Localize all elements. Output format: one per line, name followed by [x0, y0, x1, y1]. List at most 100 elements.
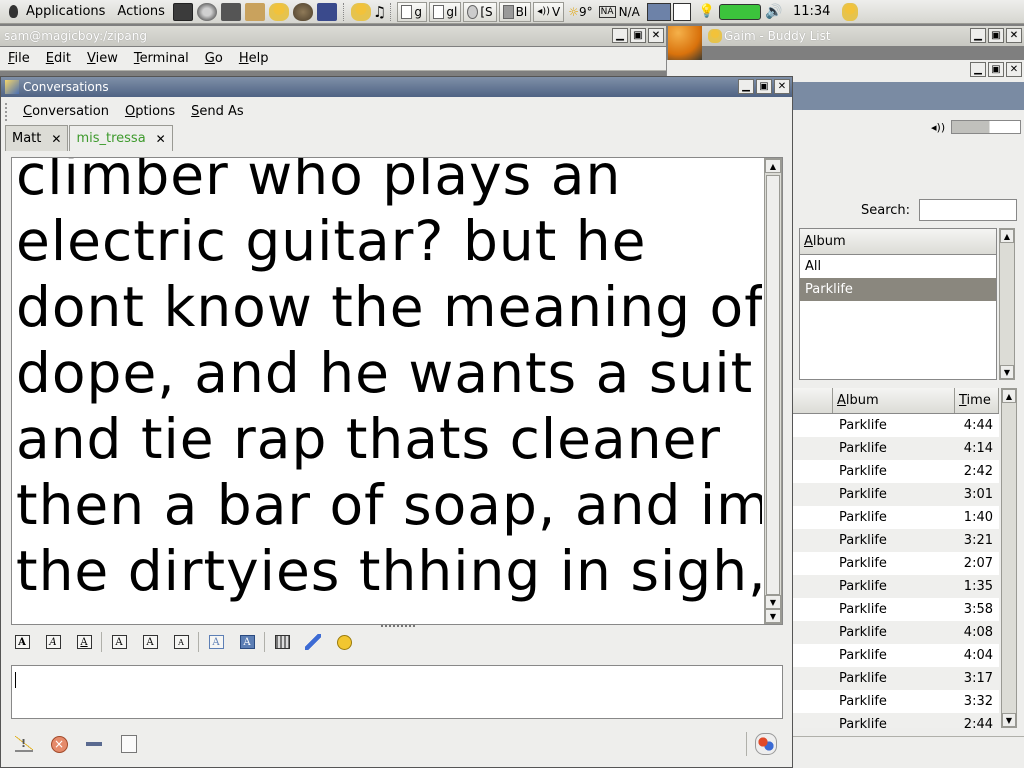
maximize-icon[interactable]: ▣	[988, 28, 1004, 43]
close-icon[interactable]: ✕	[1006, 62, 1022, 77]
workspace-1-icon[interactable]	[646, 2, 671, 21]
volume-control[interactable]: ◂))	[931, 120, 1022, 134]
background-color-button[interactable]: A	[236, 631, 258, 653]
message-input[interactable]	[11, 665, 783, 719]
taskbar-button-1[interactable]: g	[397, 1, 428, 22]
music-note-icon[interactable]: ♫	[373, 3, 386, 21]
track-row[interactable]: Parklife 3:32	[793, 690, 999, 713]
close-icon[interactable]: ✕	[1006, 28, 1022, 43]
scroll-up-icon[interactable]: ▲	[1002, 389, 1016, 403]
minimize-icon[interactable]: ▁	[970, 28, 986, 43]
track-column-header-time[interactable]: Time	[955, 388, 999, 413]
underline-button[interactable]: A	[73, 631, 95, 653]
warn-button[interactable]	[11, 731, 37, 757]
scrollbar-thumb[interactable]	[766, 175, 780, 595]
buddy-list-titlebar[interactable]: Gaim - Buddy List ▁ ▣ ✕	[702, 26, 1024, 46]
panel-clock[interactable]: 11:34	[793, 4, 830, 19]
send-button[interactable]	[755, 733, 777, 755]
scroll-down-icon[interactable]: ▼	[765, 595, 781, 609]
album-item-parklife[interactable]: Parklife	[800, 278, 996, 301]
applications-menu[interactable]: Applications	[0, 0, 111, 24]
tab-mis-tressa[interactable]: mis_tressa ✕	[69, 125, 173, 151]
maximize-icon[interactable]: ▣	[630, 28, 646, 43]
info-button[interactable]	[116, 731, 142, 757]
scroll-down-icon[interactable]: ▼	[1000, 365, 1014, 379]
terminal-titlebar[interactable]: sam@magicboy:/zipang ▁ ▣ ✕	[0, 26, 666, 46]
scroll-up-icon[interactable]: ▲	[1000, 229, 1014, 243]
track-column-header-title[interactable]	[793, 388, 833, 413]
tab-close-icon[interactable]: ✕	[51, 132, 61, 146]
close-icon[interactable]: ✕	[774, 79, 790, 94]
minimize-icon[interactable]: ▁	[612, 28, 628, 43]
terminal-launcher-icon[interactable]	[172, 2, 193, 21]
egg-launcher-icon[interactable]	[292, 2, 313, 21]
gaim-window-icon[interactable]	[5, 80, 19, 94]
taskbar-button-2[interactable]: gl	[429, 1, 462, 22]
smaller-text-button[interactable]: A	[170, 631, 192, 653]
font-face-button[interactable]: A	[205, 631, 227, 653]
menubar-grip-handle[interactable]	[5, 103, 13, 121]
conversation-log[interactable]: climber who plays an electric guitar? but…	[14, 158, 762, 624]
actions-menu[interactable]: Actions	[111, 0, 171, 24]
taskbar-button-4[interactable]: Bl	[498, 1, 532, 22]
scroll-down-icon[interactable]: ▼	[765, 609, 781, 623]
home-folder-launcher-icon[interactable]	[244, 2, 265, 21]
maximize-icon[interactable]: ▣	[988, 62, 1004, 77]
track-row[interactable]: Parklife 4:08	[793, 621, 999, 644]
italic-button[interactable]: A	[42, 631, 64, 653]
block-button[interactable]	[46, 731, 72, 757]
terminal-menu-help[interactable]: Help	[231, 51, 277, 66]
volume-slider[interactable]	[951, 120, 1022, 134]
track-row[interactable]: Parklife 3:17	[793, 667, 999, 690]
scroll-down-icon[interactable]: ▼	[1002, 713, 1016, 727]
track-column-header-album[interactable]: Album	[833, 388, 955, 413]
settings-launcher-icon[interactable]	[196, 2, 217, 21]
track-row[interactable]: Parklife 3:58	[793, 598, 999, 621]
taskbar-button-3[interactable]: [S	[463, 1, 497, 22]
insert-image-button[interactable]	[271, 631, 293, 653]
track-list[interactable]: Album Time Parklife 4:44 Parklife 4:14 Parkl…	[793, 388, 999, 728]
search-input[interactable]	[919, 199, 1017, 221]
terminal-menu-view[interactable]: View	[79, 51, 126, 66]
network-applet[interactable]: NA N/A	[598, 5, 640, 19]
track-row[interactable]: Parklife 3:21	[793, 529, 999, 552]
gaim-status-icon[interactable]	[842, 2, 859, 21]
album-column-header[interactable]: Album	[800, 229, 996, 255]
terminal-menu-go[interactable]: Go	[197, 51, 231, 66]
insert-link-button[interactable]	[302, 631, 324, 653]
track-row[interactable]: Parklife 4:14	[793, 437, 999, 460]
album-scrollbar[interactable]: ▲ ▼	[999, 228, 1015, 380]
track-row[interactable]: Parklife 2:44	[793, 713, 999, 728]
remove-button[interactable]	[81, 731, 107, 757]
maximize-icon[interactable]: ▣	[756, 79, 772, 94]
track-row[interactable]: Parklife 4:44	[793, 414, 999, 437]
browser-launcher-icon[interactable]	[220, 2, 241, 21]
pane-resize-handle[interactable]	[381, 625, 415, 629]
track-row[interactable]: Parklife 1:35	[793, 575, 999, 598]
minimize-icon[interactable]: ▁	[970, 62, 986, 77]
scroll-up-icon[interactable]: ▲	[765, 159, 781, 173]
tab-close-icon[interactable]: ✕	[156, 132, 166, 146]
album-list[interactable]: Album All Parklife	[799, 228, 997, 380]
bold-button[interactable]: A	[11, 631, 33, 653]
gaim-launcher-icon[interactable]	[268, 2, 289, 21]
terminal-menu-edit[interactable]: Edit	[38, 51, 79, 66]
track-scrollbar[interactable]: ▲ ▼	[1001, 388, 1017, 728]
menu-options[interactable]: Options	[117, 104, 183, 119]
lightbulb-icon[interactable]: 💡	[699, 4, 715, 19]
album-item-all[interactable]: All	[800, 255, 996, 278]
gaim-tray-icon[interactable]	[350, 2, 371, 21]
battery-icon[interactable]	[718, 3, 761, 20]
weather-applet[interactable]: ☼ 9°	[568, 5, 592, 19]
minimize-icon[interactable]: ▁	[738, 79, 754, 94]
conversations-titlebar[interactable]: Conversations ▁ ▣ ✕	[1, 77, 792, 97]
taskbar-button-5[interactable]: ◂)) V	[533, 1, 565, 22]
insert-smiley-button[interactable]	[333, 631, 355, 653]
log-scrollbar[interactable]: ▲ ▼ ▼	[764, 158, 782, 624]
tab-matt[interactable]: Matt ✕	[5, 125, 69, 151]
terminal-menu-file[interactable]: File	[0, 51, 38, 66]
track-row[interactable]: Parklife 4:04	[793, 644, 999, 667]
track-row[interactable]: Parklife 2:42	[793, 460, 999, 483]
track-row[interactable]: Parklife 1:40	[793, 506, 999, 529]
app-launcher-icon[interactable]	[316, 2, 337, 21]
